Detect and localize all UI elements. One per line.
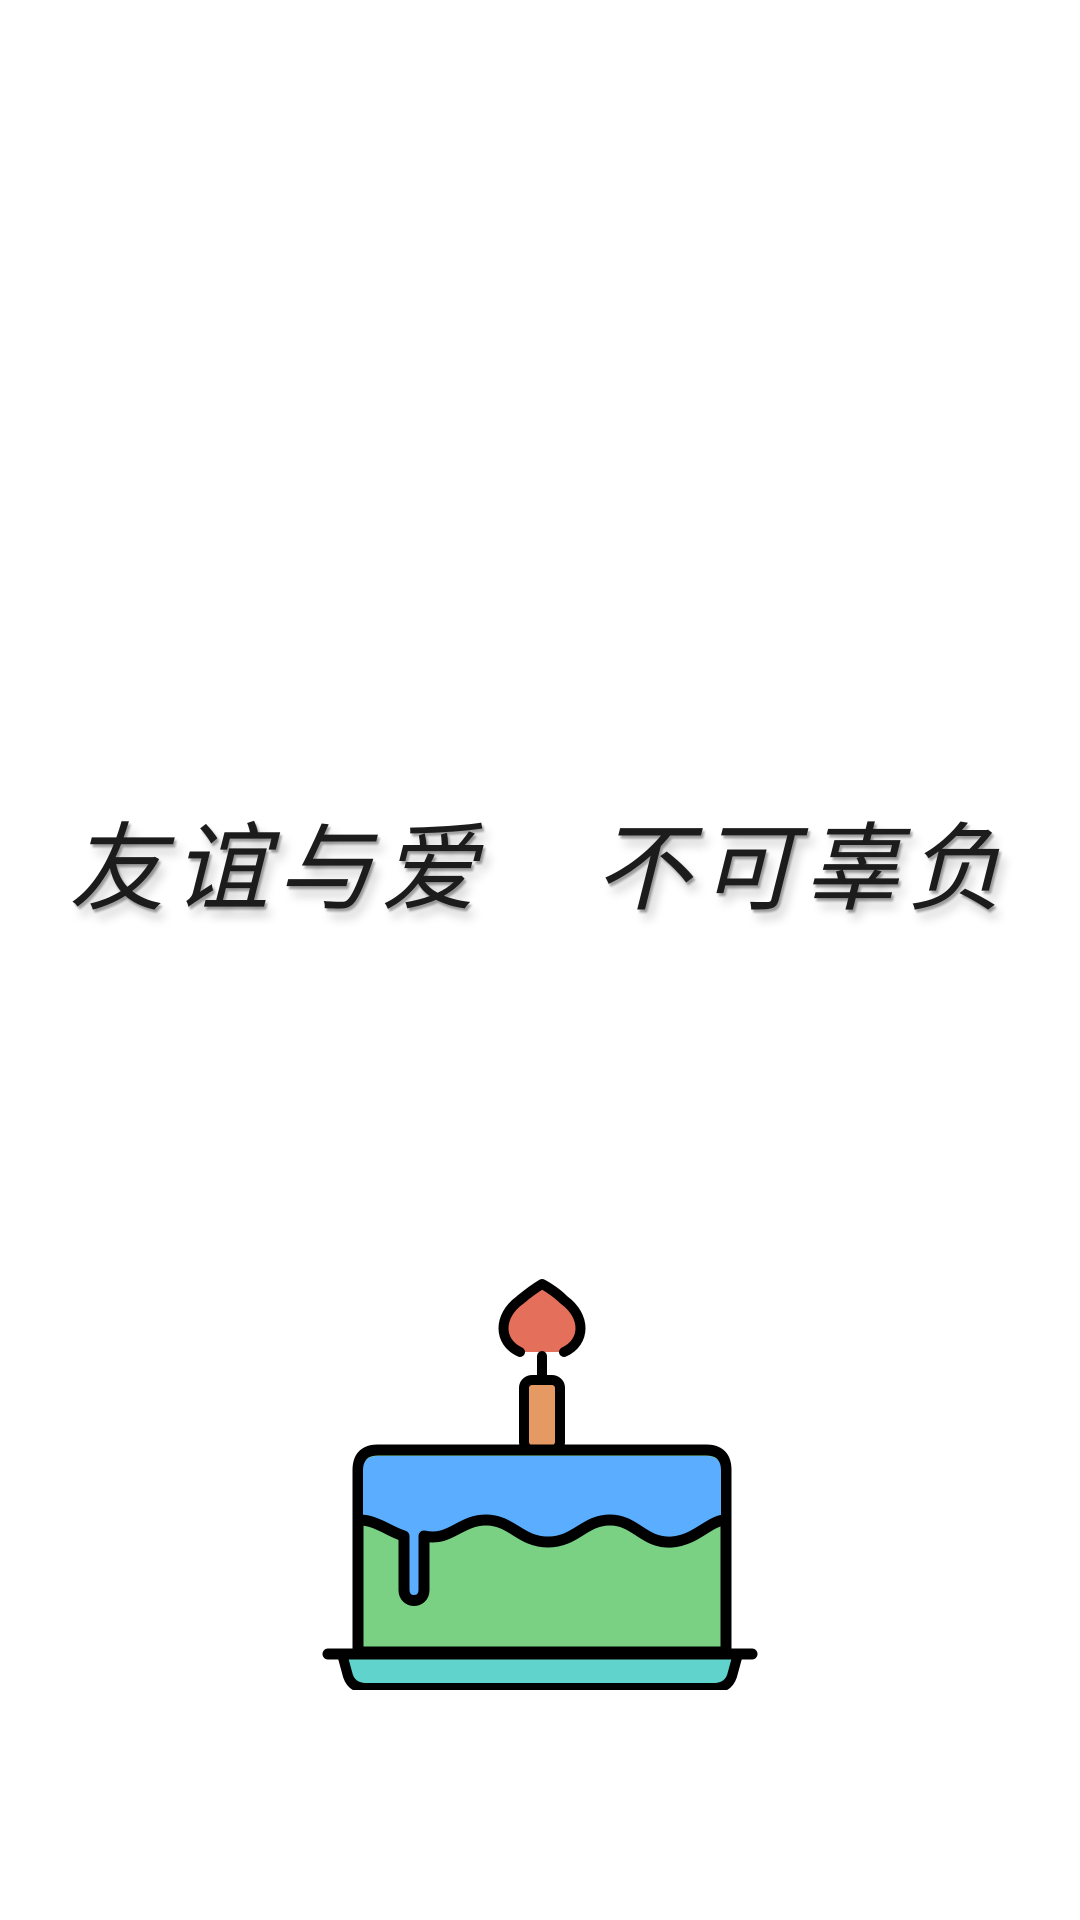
quote-part-1: 友谊与爱 bbox=[69, 812, 485, 925]
candle bbox=[519, 1375, 565, 1455]
candle-flame bbox=[498, 1279, 586, 1357]
birthday-cake-icon bbox=[322, 1279, 758, 1690]
quote-part-2: 不可辜负 bbox=[595, 812, 1011, 925]
quote-text: 友谊与爱 不可辜负 bbox=[0, 790, 1080, 930]
wallpaper-screen: 友谊与爱 不可辜负 bbox=[0, 0, 1080, 1920]
